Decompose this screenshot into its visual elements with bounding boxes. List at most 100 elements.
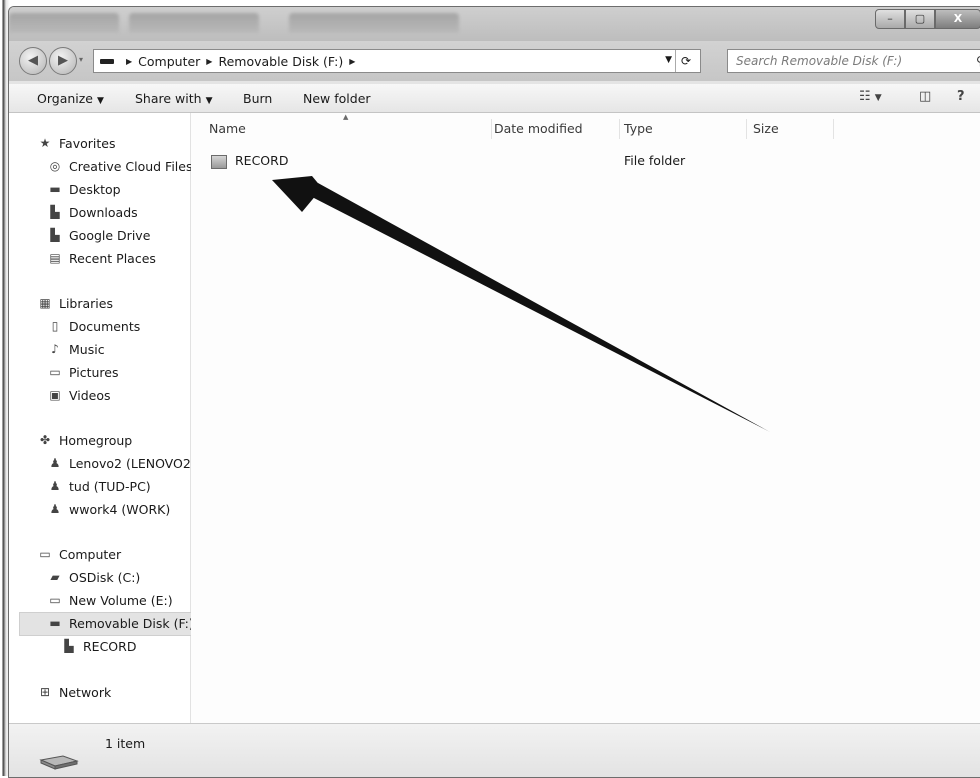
user-icon: ♟: [49, 502, 61, 516]
share-with-button[interactable]: Share with ▼: [135, 91, 213, 106]
search-placeholder: Search Removable Disk (F:): [736, 54, 903, 68]
nav-recent-places[interactable]: ▤ Recent Places: [47, 248, 156, 268]
google-drive-icon: ▙: [50, 228, 60, 242]
breadcrumb-separator-icon[interactable]: ▶: [206, 57, 212, 66]
nav-favorites[interactable]: ★ Favorites: [37, 133, 116, 153]
breadcrumb-computer[interactable]: Computer: [138, 54, 200, 69]
removable-drive-icon: [39, 755, 79, 770]
nav-label: Removable Disk (F:): [69, 615, 194, 631]
refresh-icon[interactable]: ⟳: [675, 50, 696, 72]
nav-label: wwork4 (WORK): [69, 501, 171, 517]
nav-network-label: Network: [59, 684, 112, 700]
creative-cloud-icon: ◎: [49, 159, 61, 173]
nav-label: Documents: [69, 318, 141, 334]
star-icon: ★: [39, 136, 51, 150]
back-arrow-icon: ◀: [28, 53, 38, 68]
blurred-tab-1[interactable]: [9, 13, 119, 33]
breadcrumb-separator-icon[interactable]: ▶: [349, 57, 355, 66]
nav-label: Lenovo2 (LENOVO2-: [69, 455, 196, 471]
nav-new-volume[interactable]: ▭ New Volume (E:): [47, 590, 173, 610]
nav-network[interactable]: ⊞ Network: [37, 682, 111, 702]
libraries-icon: ▦: [39, 296, 51, 310]
recent-pages-dropdown-icon[interactable]: ▾: [79, 55, 83, 64]
column-header-date-modified[interactable]: Date modified: [494, 121, 583, 136]
address-dropdown-icon[interactable]: ▼: [665, 55, 672, 65]
change-view-icon[interactable]: ☷ ▼: [859, 89, 882, 104]
nav-label: New Volume (E:): [69, 592, 173, 608]
nav-homegroup-wwork4[interactable]: ♟ wwork4 (WORK): [47, 499, 171, 519]
search-icon[interactable]: ⚲: [976, 50, 980, 72]
minimize-button[interactable]: –: [875, 9, 905, 29]
downloads-icon: ▙: [50, 205, 60, 219]
forward-button[interactable]: ▶: [49, 47, 77, 75]
file-row[interactable]: RECORD: [211, 153, 288, 169]
nav-label: RECORD: [83, 638, 137, 654]
column-divider[interactable]: [746, 119, 747, 139]
burn-button[interactable]: Burn: [243, 91, 272, 106]
window-controls: – ▢ X: [875, 9, 980, 29]
chevron-down-icon: ▼: [97, 96, 104, 106]
folder-icon: ▙: [64, 639, 74, 653]
nav-homegroup-tud[interactable]: ♟ tud (TUD-PC): [47, 476, 151, 496]
column-divider[interactable]: [619, 119, 620, 139]
breadcrumb-removable-disk[interactable]: Removable Disk (F:): [218, 54, 343, 69]
nav-label: Music: [69, 341, 105, 357]
organize-button[interactable]: Organize ▼: [37, 91, 104, 106]
nav-documents[interactable]: ▯ Documents: [47, 316, 141, 336]
address-row: ◀ ▶ ▾ ▶ Computer ▶ Removable Disk (F:) ▶…: [9, 41, 980, 81]
column-header-size[interactable]: Size: [753, 121, 779, 136]
recent-places-icon: ▤: [49, 251, 61, 265]
nav-osdisk[interactable]: ▰ OSDisk (C:): [47, 567, 140, 587]
preview-pane-icon[interactable]: ◫: [919, 89, 931, 104]
homegroup-icon: ✤: [39, 433, 51, 447]
nav-label: Downloads: [69, 204, 138, 220]
hard-disk-icon: ▰: [50, 570, 60, 584]
column-divider[interactable]: [833, 119, 834, 139]
search-input[interactable]: Search Removable Disk (F:) ⚲: [727, 49, 980, 73]
videos-icon: ▣: [49, 388, 61, 402]
column-divider[interactable]: [491, 119, 492, 139]
nav-pictures[interactable]: ▭ Pictures: [47, 362, 119, 382]
new-folder-button[interactable]: New folder: [303, 91, 371, 106]
user-icon: ♟: [49, 456, 61, 470]
sort-caret-icon: ▲: [343, 113, 349, 121]
nav-label: Recent Places: [69, 250, 156, 266]
nav-computer[interactable]: ▭ Computer: [37, 544, 121, 564]
file-type: File folder: [624, 153, 686, 168]
drive-icon: [100, 58, 114, 64]
item-count: 1 item: [105, 736, 146, 751]
nav-libraries-label: Libraries: [59, 295, 113, 311]
title-bar: – ▢ X: [9, 7, 980, 41]
breadcrumb-separator-icon[interactable]: ▶: [126, 57, 132, 66]
file-name: RECORD: [235, 153, 289, 168]
help-icon[interactable]: ?: [957, 89, 965, 104]
nav-label: Pictures: [69, 364, 119, 380]
folder-icon: [211, 154, 227, 169]
blurred-tab-3[interactable]: [289, 13, 459, 33]
file-list-pane: ▲ Name Date modified Type Size RECORD Fi…: [191, 113, 980, 723]
share-with-label: Share with: [135, 91, 202, 106]
nav-homegroup[interactable]: ✤ Homegroup: [37, 430, 132, 450]
nav-creative-cloud-files[interactable]: ◎ Creative Cloud Files: [47, 156, 193, 176]
desktop-icon: ▬: [49, 182, 61, 196]
nav-desktop[interactable]: ▬ Desktop: [47, 179, 120, 199]
nav-videos[interactable]: ▣ Videos: [47, 385, 110, 405]
documents-icon: ▯: [51, 319, 59, 333]
nav-downloads[interactable]: ▙ Downloads: [47, 202, 138, 222]
organize-label: Organize: [37, 91, 93, 106]
column-header-type[interactable]: Type: [624, 121, 653, 136]
maximize-button[interactable]: ▢: [905, 9, 935, 29]
nav-record-folder[interactable]: ▙ RECORD: [61, 636, 136, 656]
address-bar[interactable]: ▶ Computer ▶ Removable Disk (F:) ▶ ▼ ⟳: [93, 49, 701, 73]
navigation-pane: ★ Favorites ◎ Creative Cloud Files ▬ Deskto…: [9, 113, 195, 723]
column-header-name[interactable]: Name: [209, 121, 246, 136]
close-button[interactable]: X: [935, 9, 980, 29]
back-button[interactable]: ◀: [19, 47, 47, 75]
nav-removable-disk[interactable]: ▬ Removable Disk (F:): [47, 613, 194, 633]
nav-libraries[interactable]: ▦ Libraries: [37, 293, 113, 313]
user-icon: ♟: [49, 479, 61, 493]
nav-music[interactable]: ♪ Music: [47, 339, 105, 359]
nav-homegroup-lenovo2[interactable]: ♟ Lenovo2 (LENOVO2-: [47, 453, 196, 473]
blurred-tab-2[interactable]: [129, 13, 259, 33]
nav-google-drive[interactable]: ▙ Google Drive: [47, 225, 150, 245]
